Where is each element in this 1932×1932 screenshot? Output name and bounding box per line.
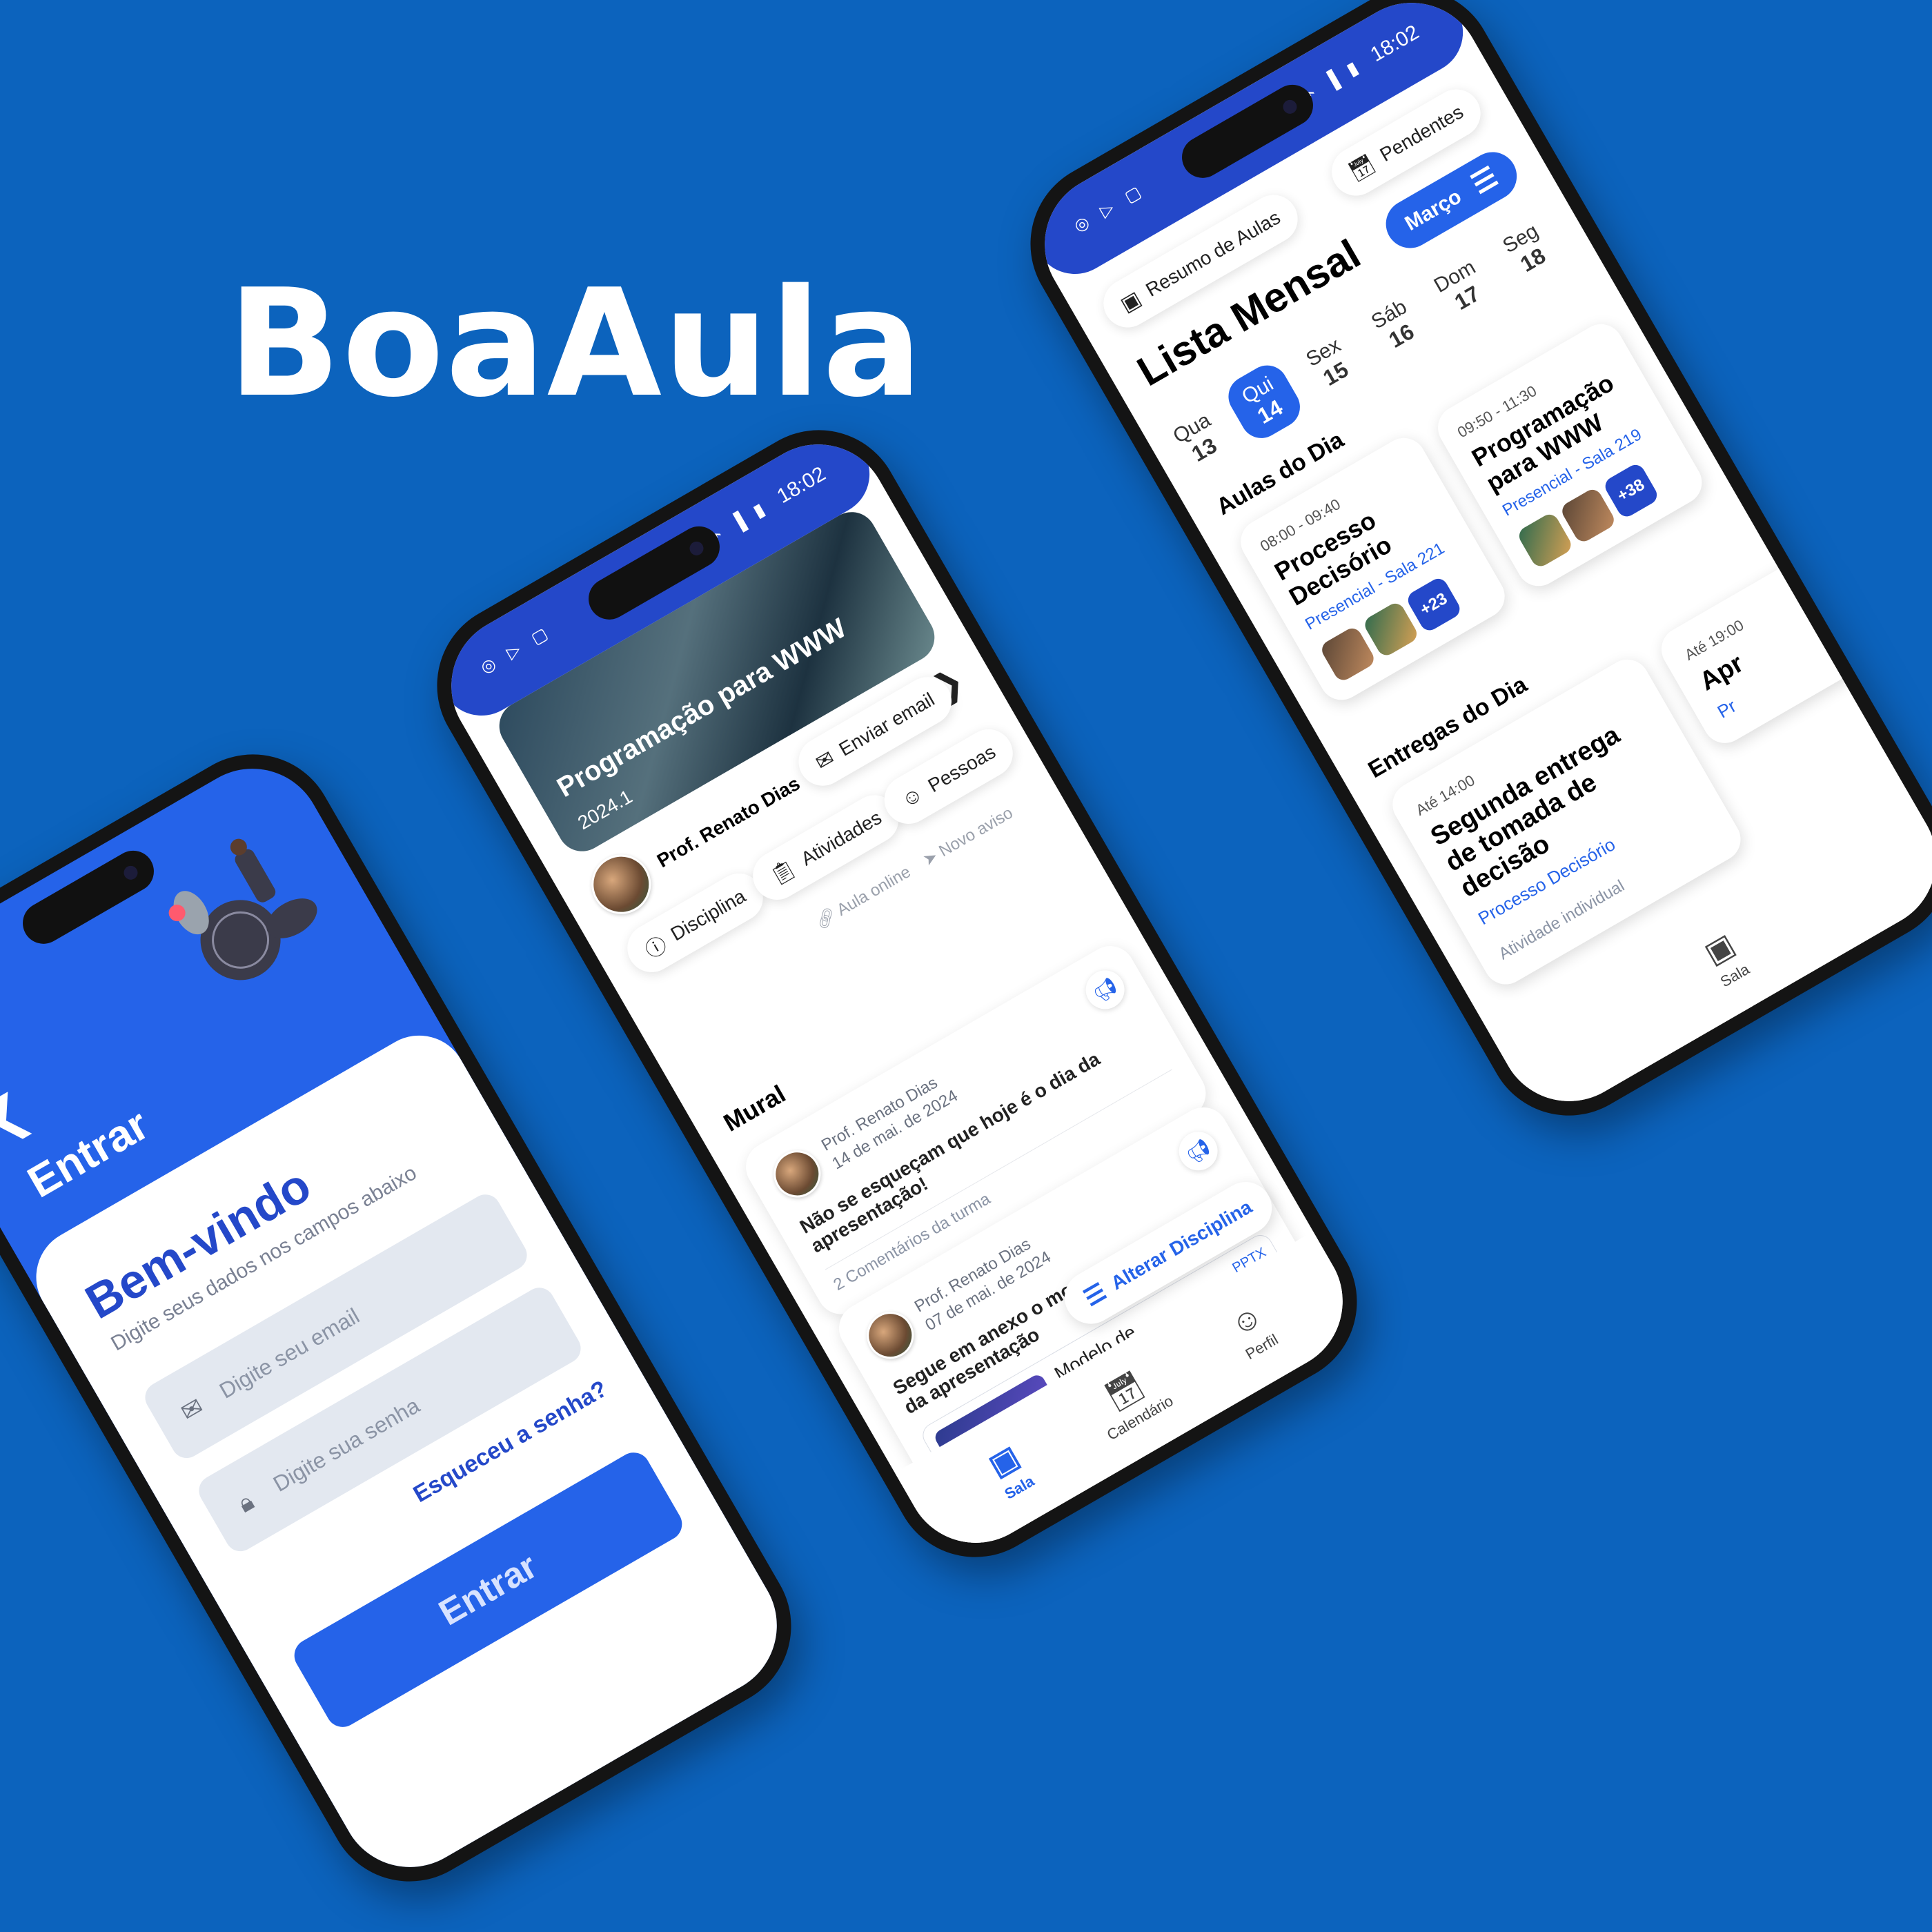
discipline-label: Disciplina <box>667 885 749 945</box>
dynamic-island <box>15 842 161 952</box>
more-students-badge[interactable]: +23 <box>1404 575 1463 634</box>
clipboard-icon: 📋︎ <box>766 856 800 889</box>
brand-logo: BoaAula <box>228 257 924 430</box>
classroom-icon: ▣ <box>1116 286 1145 317</box>
delivery-card[interactable]: Até 19:00 Apr Pr <box>1653 496 1932 751</box>
status-time: 18:02 <box>773 462 830 509</box>
day-item-selected[interactable]: Qui 14 <box>1221 357 1308 446</box>
people-icon: ☺ <box>897 782 927 813</box>
list-icon: ☰ <box>1079 1278 1112 1312</box>
password-placeholder: Digite sua senha <box>268 1392 424 1497</box>
activities-label: Atividades <box>797 806 885 870</box>
tab-perfil[interactable]: ☺ Perfil <box>1223 1297 1281 1363</box>
pending-label: Pendentes <box>1376 101 1467 166</box>
email-placeholder: Digite seu email <box>215 1303 364 1403</box>
status-time: 18:02 <box>1366 20 1423 67</box>
tab-sala[interactable]: ▣ Sala <box>982 1438 1038 1504</box>
info-icon: ⓘ <box>642 933 671 963</box>
people-label: Pessoas <box>924 740 1000 797</box>
month-label: Março <box>1401 185 1466 235</box>
new-notice-link[interactable]: ➤ Novo aviso <box>920 803 1017 871</box>
day-item[interactable]: Qua 13 <box>1155 396 1241 484</box>
tab-calendario[interactable]: 📅︎ Calendário <box>1084 1357 1176 1444</box>
envelope-icon: ✉ <box>811 746 838 775</box>
day-item[interactable]: Sex 15 <box>1287 320 1373 408</box>
back-chevron-icon[interactable]: ❮ <box>0 1081 39 1150</box>
online-class-label: Aula online <box>834 862 914 920</box>
mural-heading: Mural <box>718 1079 791 1137</box>
day-item[interactable]: Sáb 16 <box>1352 282 1439 370</box>
calendar-icon: 📅︎ <box>1345 151 1379 185</box>
app-notification-icons: ◎ ▷ ▢ <box>477 621 556 678</box>
day-item[interactable]: Seg 18 <box>1484 206 1570 294</box>
new-notice-label: Novo aviso <box>936 803 1016 861</box>
professor-avatar <box>580 843 662 925</box>
more-students-badge[interactable]: +38 <box>1601 461 1661 520</box>
post-author-avatar <box>858 1303 923 1368</box>
login-illustration <box>168 838 317 980</box>
lock-icon: 🔒︎ <box>233 1486 259 1518</box>
post-author-avatar <box>765 1141 829 1206</box>
tab-sala[interactable]: ▣ Sala <box>1697 926 1753 991</box>
day-item[interactable]: Dom 17 <box>1418 244 1504 332</box>
menu-icon[interactable]: ☰ <box>1466 161 1504 201</box>
envelope-icon: ✉ <box>175 1391 208 1427</box>
app-notification-icons: ◎ ▷ ▢ <box>1070 179 1150 236</box>
